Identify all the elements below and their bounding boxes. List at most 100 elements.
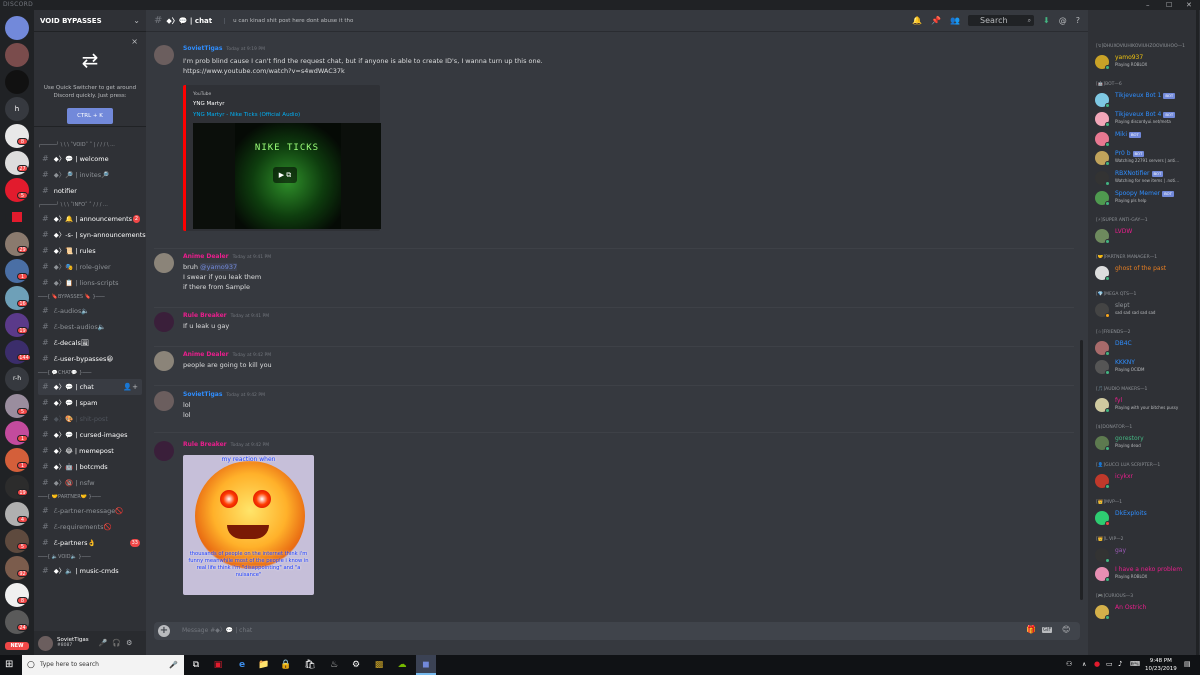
taskbar-active-app[interactable]: ◼ (416, 655, 436, 675)
invite-icon[interactable]: 👤+ (123, 379, 138, 395)
channel-category[interactable]: ───{ 🔖BYPASSES 🔖 }─── (34, 291, 146, 303)
avatar[interactable] (154, 391, 174, 411)
server-icon[interactable] (5, 43, 29, 67)
bell-icon[interactable]: 🔔 (912, 16, 922, 25)
avatar[interactable] (38, 635, 53, 651)
chevron-up-icon[interactable]: ∧ (1082, 661, 1086, 668)
nvidia-icon[interactable]: ☁ (396, 659, 408, 671)
minimize-button[interactable]: – (1146, 0, 1150, 10)
file-explorer-icon[interactable]: 📁 (258, 659, 270, 671)
channel-category[interactable]: ╭─────╯ \ \ \ ˚INFO˚ ˚ / / / ... (34, 199, 146, 211)
channel-item[interactable]: # ℰ-partners👌 33 (34, 535, 146, 551)
member-item[interactable]: Pr0 b BOT Watching 22791 servers | anti... (1094, 150, 1198, 166)
app-icon[interactable]: ▣ (212, 659, 224, 671)
play-icon[interactable]: ▶ ⧉ (273, 167, 297, 183)
steam-icon[interactable]: ♨ (328, 659, 340, 671)
gear-icon[interactable]: ⚙ (126, 639, 132, 647)
member-item[interactable]: DB4C (1094, 340, 1198, 356)
maximize-button[interactable]: ☐ (1166, 0, 1172, 10)
member-item[interactable]: Miki BOT (1094, 131, 1198, 147)
channel-item[interactable]: # ◆〉🤖 | botcmds (34, 459, 146, 475)
notifications-icon[interactable]: ▤ (1184, 660, 1191, 668)
channel-category[interactable]: ───{ 💬CHAT💬 }─── (34, 367, 146, 379)
member-item[interactable]: icykxr (1094, 473, 1198, 489)
channel-item[interactable]: # ℰ-decals🖼 (34, 335, 146, 351)
channel-item[interactable]: # ◆〉💬 | welcome (34, 151, 146, 167)
message-author[interactable]: Anime Dealer (183, 253, 229, 260)
tray-app-icon[interactable]: ● (1094, 660, 1100, 668)
channel-category[interactable]: ───{ 🤝PARTNER🤝 }─── (34, 491, 146, 503)
member-item[interactable]: Tikjeveux Bot 1 BOT (1094, 92, 1198, 108)
pin-icon[interactable]: 📌 (931, 16, 941, 25)
upload-plus-icon[interactable]: + (158, 625, 170, 637)
channel-item[interactable]: # ◆〉😂 | memepost (34, 443, 146, 459)
embed-author[interactable]: YNG Martyr (193, 101, 225, 107)
close-window-button[interactable]: ✕ (1186, 0, 1192, 10)
member-item[interactable]: LVDW (1094, 228, 1198, 244)
message-link[interactable]: https://www.youtube.com/watch?v=s4wdWAC3… (183, 67, 345, 75)
member-item[interactable]: yamo937 Playing ROBLOX (1094, 54, 1198, 70)
edge-browser-icon[interactable]: e (236, 659, 248, 671)
avatar[interactable] (154, 312, 174, 332)
close-icon[interactable]: × (131, 37, 138, 46)
message-author[interactable]: SovietTigas (183, 45, 222, 52)
task-view-icon[interactable]: ⧉ (190, 659, 202, 671)
keyboard-icon[interactable]: ⌨ (1130, 660, 1140, 668)
channel-item[interactable]: # ◆〉🔎 | invites🔎 (34, 167, 146, 183)
channel-item[interactable]: # ℰ-requirements🚫 (34, 519, 146, 535)
channel-item[interactable]: # ℰ-best-audios🔈 (34, 319, 146, 335)
member-item[interactable]: slept sad sad sad sad sad (1094, 302, 1198, 318)
member-item[interactable]: DkExploits (1094, 510, 1198, 526)
network-icon[interactable]: ▭ (1106, 660, 1113, 668)
member-item[interactable]: fyl Playing with your bitches pussy (1094, 397, 1198, 413)
people-icon[interactable]: ⚇ (1066, 660, 1072, 668)
channel-item[interactable]: # ◆〉📋 | lions-scripts (34, 275, 146, 291)
home-server-icon[interactable] (5, 16, 29, 40)
member-item[interactable]: gay (1094, 547, 1198, 563)
member-item[interactable]: Tikjeveux Bot 4 BOT Playing discordyui.net… (1094, 111, 1198, 127)
channel-item[interactable]: # ◆〉🔞 | nsfw (34, 475, 146, 491)
emoji-icon[interactable]: 😊 (1062, 625, 1070, 634)
channel-item[interactable]: # ◆〉🎭 | role-giver (34, 259, 146, 275)
member-item[interactable]: ghost of the past (1094, 265, 1198, 281)
volume-icon[interactable]: ♪ (1118, 660, 1122, 668)
image-attachment[interactable]: my reaction when thousands of people on … (183, 455, 314, 595)
chevron-down-icon[interactable]: ⌄ (133, 16, 140, 25)
channel-category[interactable]: ╭─────╯ \ \ \ ˚VOID˚ ˚ | / / / \ ... (34, 139, 146, 151)
server-icon[interactable] (5, 70, 29, 94)
channel-item[interactable]: # ◆〉💬 | spam (34, 395, 146, 411)
channel-item[interactable]: # ◆〉📜 | rules (34, 243, 146, 259)
message-author[interactable]: Rule Breaker (183, 312, 227, 319)
server-header[interactable]: VOID BYPASSES ⌄ (34, 10, 146, 32)
help-icon[interactable]: ? (1076, 16, 1080, 25)
message-input[interactable]: Message #◆〉💬 | chat (182, 622, 252, 640)
member-item[interactable]: RBXNotifier BOT Watching for new items | .… (1094, 170, 1198, 186)
channel-item[interactable]: # ◆〉🔈 | music-cmds (34, 563, 146, 579)
download-icon[interactable]: ⬇ (1043, 16, 1050, 25)
channel-item[interactable]: # ◆〉💬 | chat 👤+ (38, 379, 142, 395)
channel-category[interactable]: ───{ 🔈VOID🔈 }─── (34, 551, 146, 563)
avatar[interactable] (154, 253, 174, 273)
member-item[interactable]: I have a neko problem Playing ROBLOX (1094, 566, 1198, 582)
channel-item[interactable]: # ◆〉-s- | syn-announcements (34, 227, 146, 243)
quick-switcher-button[interactable]: CTRL + K (67, 108, 113, 124)
app-icon[interactable]: 🔒 (280, 659, 292, 671)
channel-item[interactable]: # notifier (34, 183, 146, 199)
message-composer[interactable]: + Message #◆〉💬 | chat 🎁 GIF 😊 (154, 622, 1080, 640)
taskbar-search-input[interactable]: ○ Type here to search 🎤 (22, 655, 184, 675)
taskbar-clock[interactable]: 9:48 PM 10/23/2019 (1145, 657, 1177, 673)
gif-icon[interactable]: GIF (1042, 627, 1053, 633)
message-author[interactable]: SovietTigas (183, 391, 222, 398)
server-icon[interactable] (5, 205, 29, 229)
member-item[interactable]: An Ostrich (1094, 604, 1198, 620)
embed-title[interactable]: YNG Martyr - Nike Ticks (Official Audio) (193, 112, 300, 118)
search-input[interactable]: Search ⌕ (968, 15, 1035, 26)
server-icon-rh[interactable]: r-h (5, 367, 29, 391)
microphone-icon[interactable]: 🎤 (99, 639, 108, 647)
channel-item[interactable]: # ℰ-audios🔈 (34, 303, 146, 319)
windows-start-icon[interactable]: ⊞ (5, 659, 13, 671)
channel-item[interactable]: # ℰ-user-bypasses😀 (34, 351, 146, 367)
mention-icon[interactable]: @ (1059, 16, 1067, 25)
chat-scrollbar[interactable] (1080, 340, 1083, 600)
channel-item[interactable]: # ◆〉🔔 | announcements 2 (34, 211, 146, 227)
